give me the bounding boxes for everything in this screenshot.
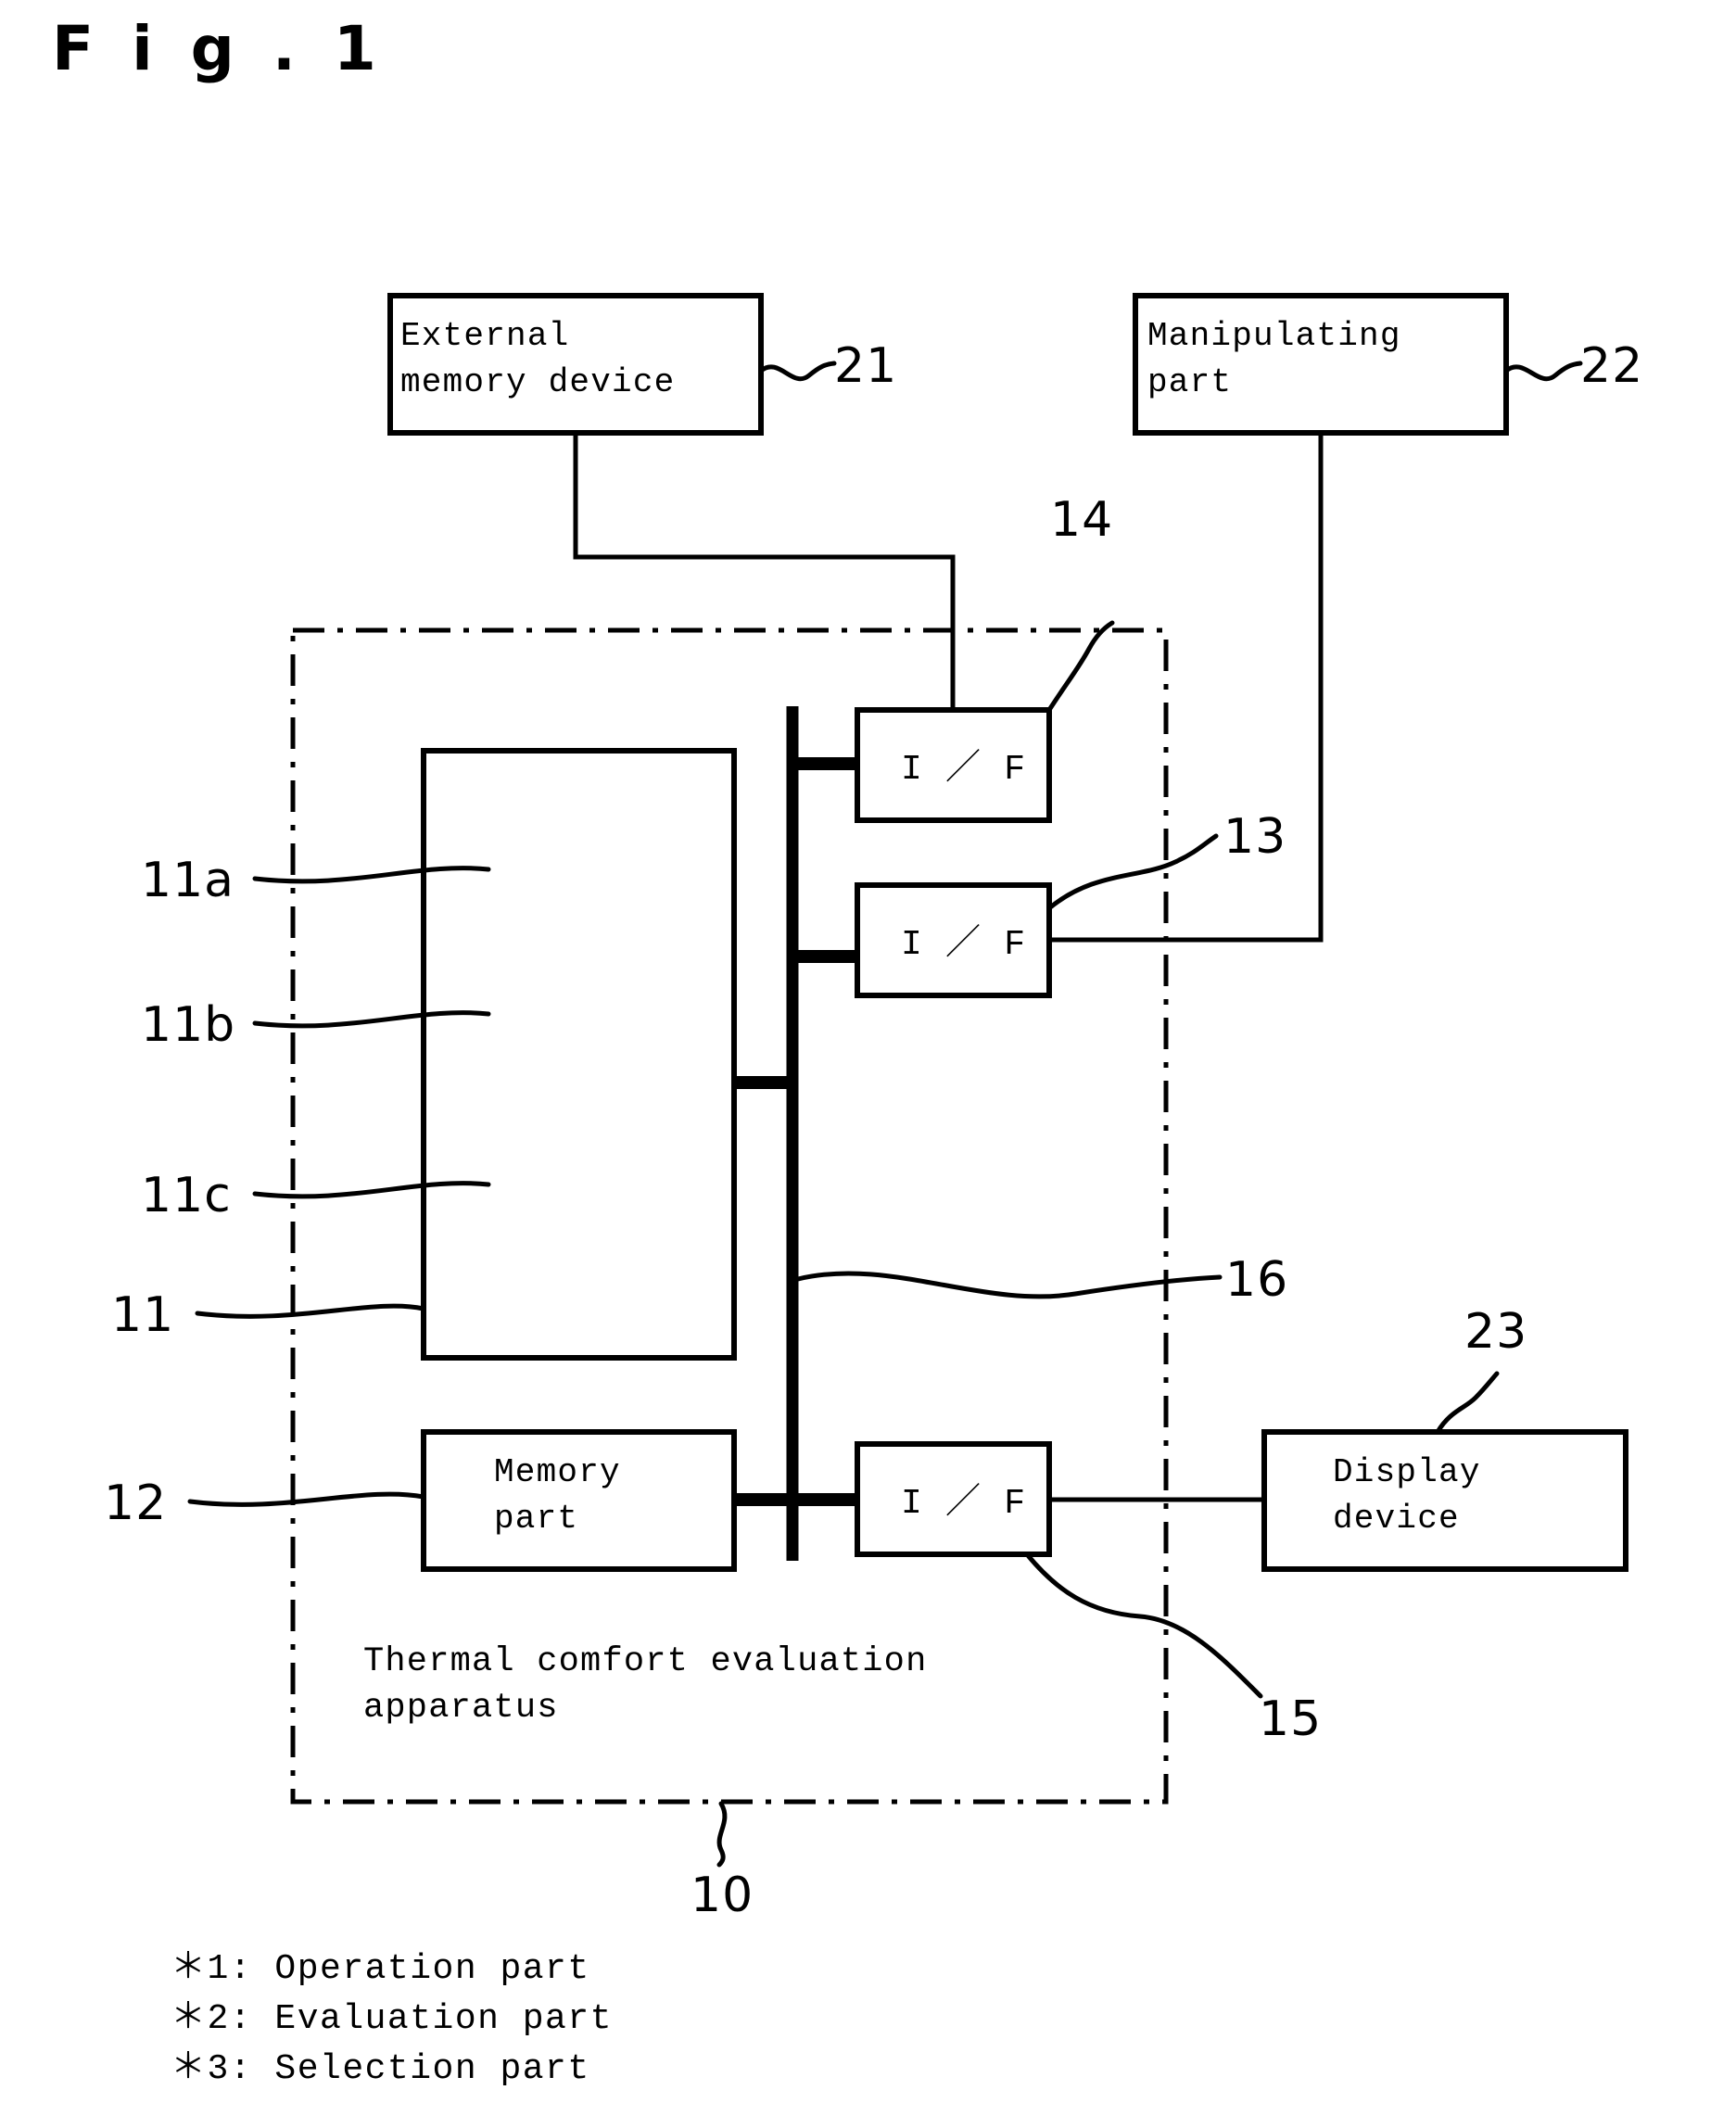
ref-lead-13 (1046, 833, 1219, 911)
ref-lead-16 (795, 1271, 1223, 1299)
interface-13-label: I ／ F (901, 924, 1026, 965)
ref-number-12: 12 (104, 1476, 167, 1531)
apparatus-caption-line1: Thermal comfort evaluation (363, 1642, 928, 1681)
interface-15-label: I ／ F (901, 1483, 1026, 1524)
legend-item-2: ＊2: Evaluation part (171, 1999, 613, 2039)
ref-lead-23 (1435, 1371, 1500, 1435)
ref-lead-15 (1024, 1552, 1263, 1699)
ref-number-11: 11 (111, 1287, 174, 1343)
apparatus-caption-line2: apparatus (363, 1689, 559, 1728)
memory-part-label-line1: Memory (494, 1453, 621, 1491)
ref-lead-21 (758, 361, 837, 382)
manipulating-part-label-line1: Manipulating (1147, 317, 1401, 355)
external-memory-device-label-line1: External (400, 317, 569, 355)
ref-number-13: 13 (1223, 809, 1286, 865)
ref-lead-22 (1503, 361, 1583, 382)
ref-lead-12 (187, 1491, 426, 1507)
ref-number-11c: 11c (141, 1168, 232, 1223)
ref-number-11a: 11a (141, 853, 234, 908)
wire-external-memory-to-if14 (573, 433, 956, 710)
ref-number-11b: 11b (141, 997, 235, 1053)
ref-number-23: 23 (1464, 1304, 1527, 1360)
interface-14-label: I ／ F (901, 749, 1026, 790)
ref-number-10: 10 (691, 1868, 754, 1923)
ref-lead-14 (1046, 620, 1115, 713)
figure-root: F i g . 1 External memory device 21 Mani… (0, 0, 1736, 2128)
block-diagram: External memory device 21 Manipulating p… (104, 293, 1643, 2089)
cpu-box-outline-overlay (421, 748, 737, 1361)
memory-part-label-line2: part (494, 1500, 578, 1538)
display-device-label-line2: device (1333, 1500, 1460, 1538)
ref-number-22: 22 (1580, 338, 1643, 394)
ref-number-14: 14 (1050, 492, 1113, 548)
legend-item-3: ＊3: Selection part (171, 2049, 590, 2089)
ref-number-16: 16 (1225, 1252, 1288, 1308)
display-device-label-line1: Display (1333, 1453, 1481, 1491)
manipulating-part-label-line2: part (1147, 363, 1232, 401)
ref-number-15: 15 (1259, 1691, 1322, 1747)
ref-lead-10 (716, 1801, 728, 1868)
legend-item-1: ＊1: Operation part (171, 1949, 590, 1989)
ref-lead-11 (195, 1303, 426, 1319)
ref-number-21: 21 (834, 338, 897, 394)
external-memory-device-label-line2: memory device (400, 363, 675, 401)
